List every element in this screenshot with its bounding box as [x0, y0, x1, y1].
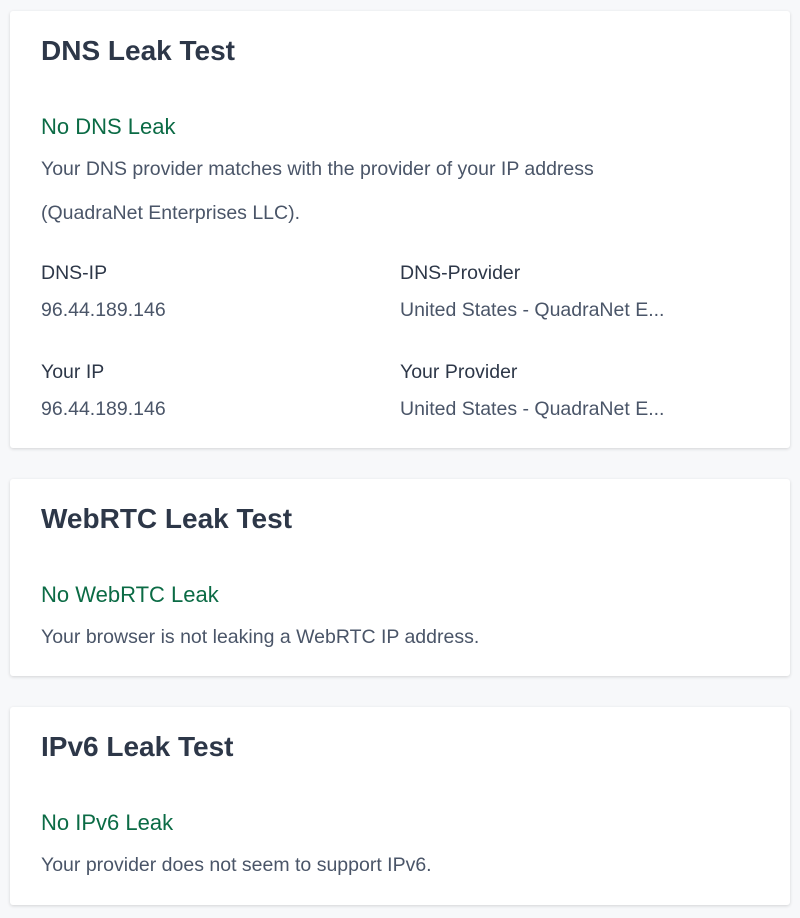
dns-leak-status: No DNS Leak — [41, 114, 176, 139]
webrtc-leak-title: WebRTC Leak Test — [41, 503, 293, 534]
dns-ip-value: 96.44.189.146 — [41, 299, 166, 321]
webrtc-leak-status: No WebRTC Leak — [41, 582, 219, 607]
your-provider-label: Your Provider — [400, 361, 518, 383]
your-ip-label: Your IP — [41, 361, 105, 383]
webrtc-leak-card: WebRTC Leak Test No WebRTC Leak Your bro… — [10, 479, 790, 676]
your-ip-value: 96.44.189.146 — [41, 398, 166, 420]
ipv6-leak-card: IPv6 Leak Test No IPv6 Leak Your provide… — [10, 707, 790, 905]
ipv6-leak-title: IPv6 Leak Test — [41, 731, 234, 762]
dns-leak-title: DNS Leak Test — [41, 35, 235, 66]
your-provider-value: United States - QuadraNet E... — [400, 398, 665, 420]
dns-leak-description: Your DNS provider matches with the provi… — [41, 158, 594, 224]
dns-provider-label: DNS-Provider — [400, 262, 521, 284]
dns-ip-label: DNS-IP — [41, 262, 108, 284]
dns-provider-value: United States - QuadraNet E... — [400, 299, 665, 321]
ipv6-leak-status: No IPv6 Leak — [41, 810, 174, 835]
dns-leak-card: DNS Leak Test No DNS Leak Your DNS provi… — [10, 11, 790, 448]
webrtc-leak-description: Your browser is not leaking a WebRTC IP … — [41, 626, 480, 648]
ipv6-leak-description: Your provider does not seem to support I… — [41, 854, 432, 876]
